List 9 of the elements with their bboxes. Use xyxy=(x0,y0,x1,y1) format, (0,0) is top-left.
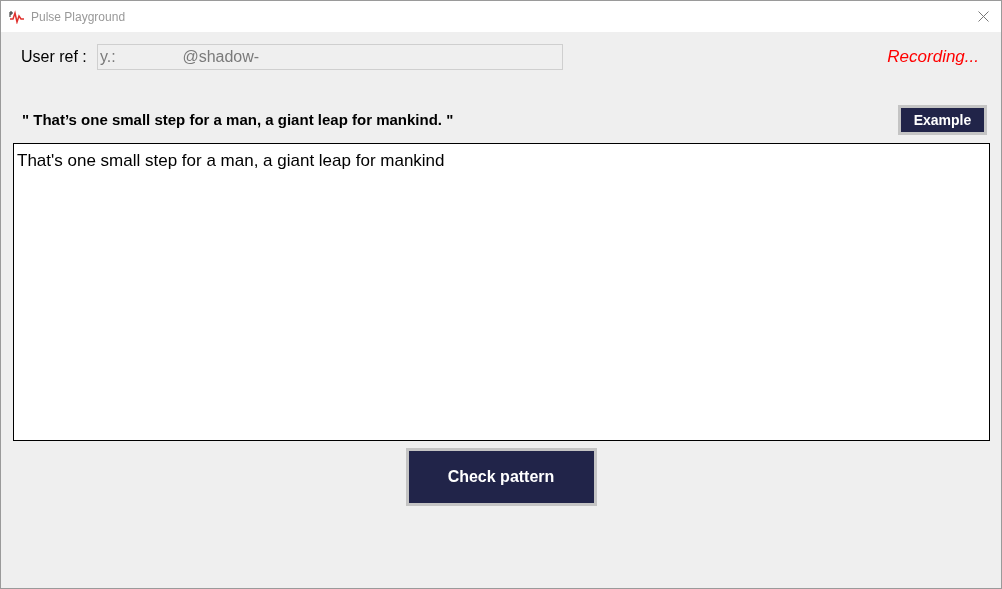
example-button[interactable]: Example xyxy=(898,105,987,135)
prompt-sentence: " That’s one small step for a man, a giant leap for mankind. " xyxy=(22,109,454,130)
check-pattern-button[interactable]: Check pattern xyxy=(405,448,597,506)
close-icon[interactable] xyxy=(978,11,989,22)
window-title: Pulse Playground xyxy=(31,8,126,26)
pulse-logo-icon xyxy=(9,9,25,24)
user-ref-label: User ref : xyxy=(21,47,88,67)
answer-box[interactable]: That's one small step for a man, a giant leap for mankind xyxy=(13,143,990,441)
recording-status: Recording... xyxy=(887,46,979,69)
